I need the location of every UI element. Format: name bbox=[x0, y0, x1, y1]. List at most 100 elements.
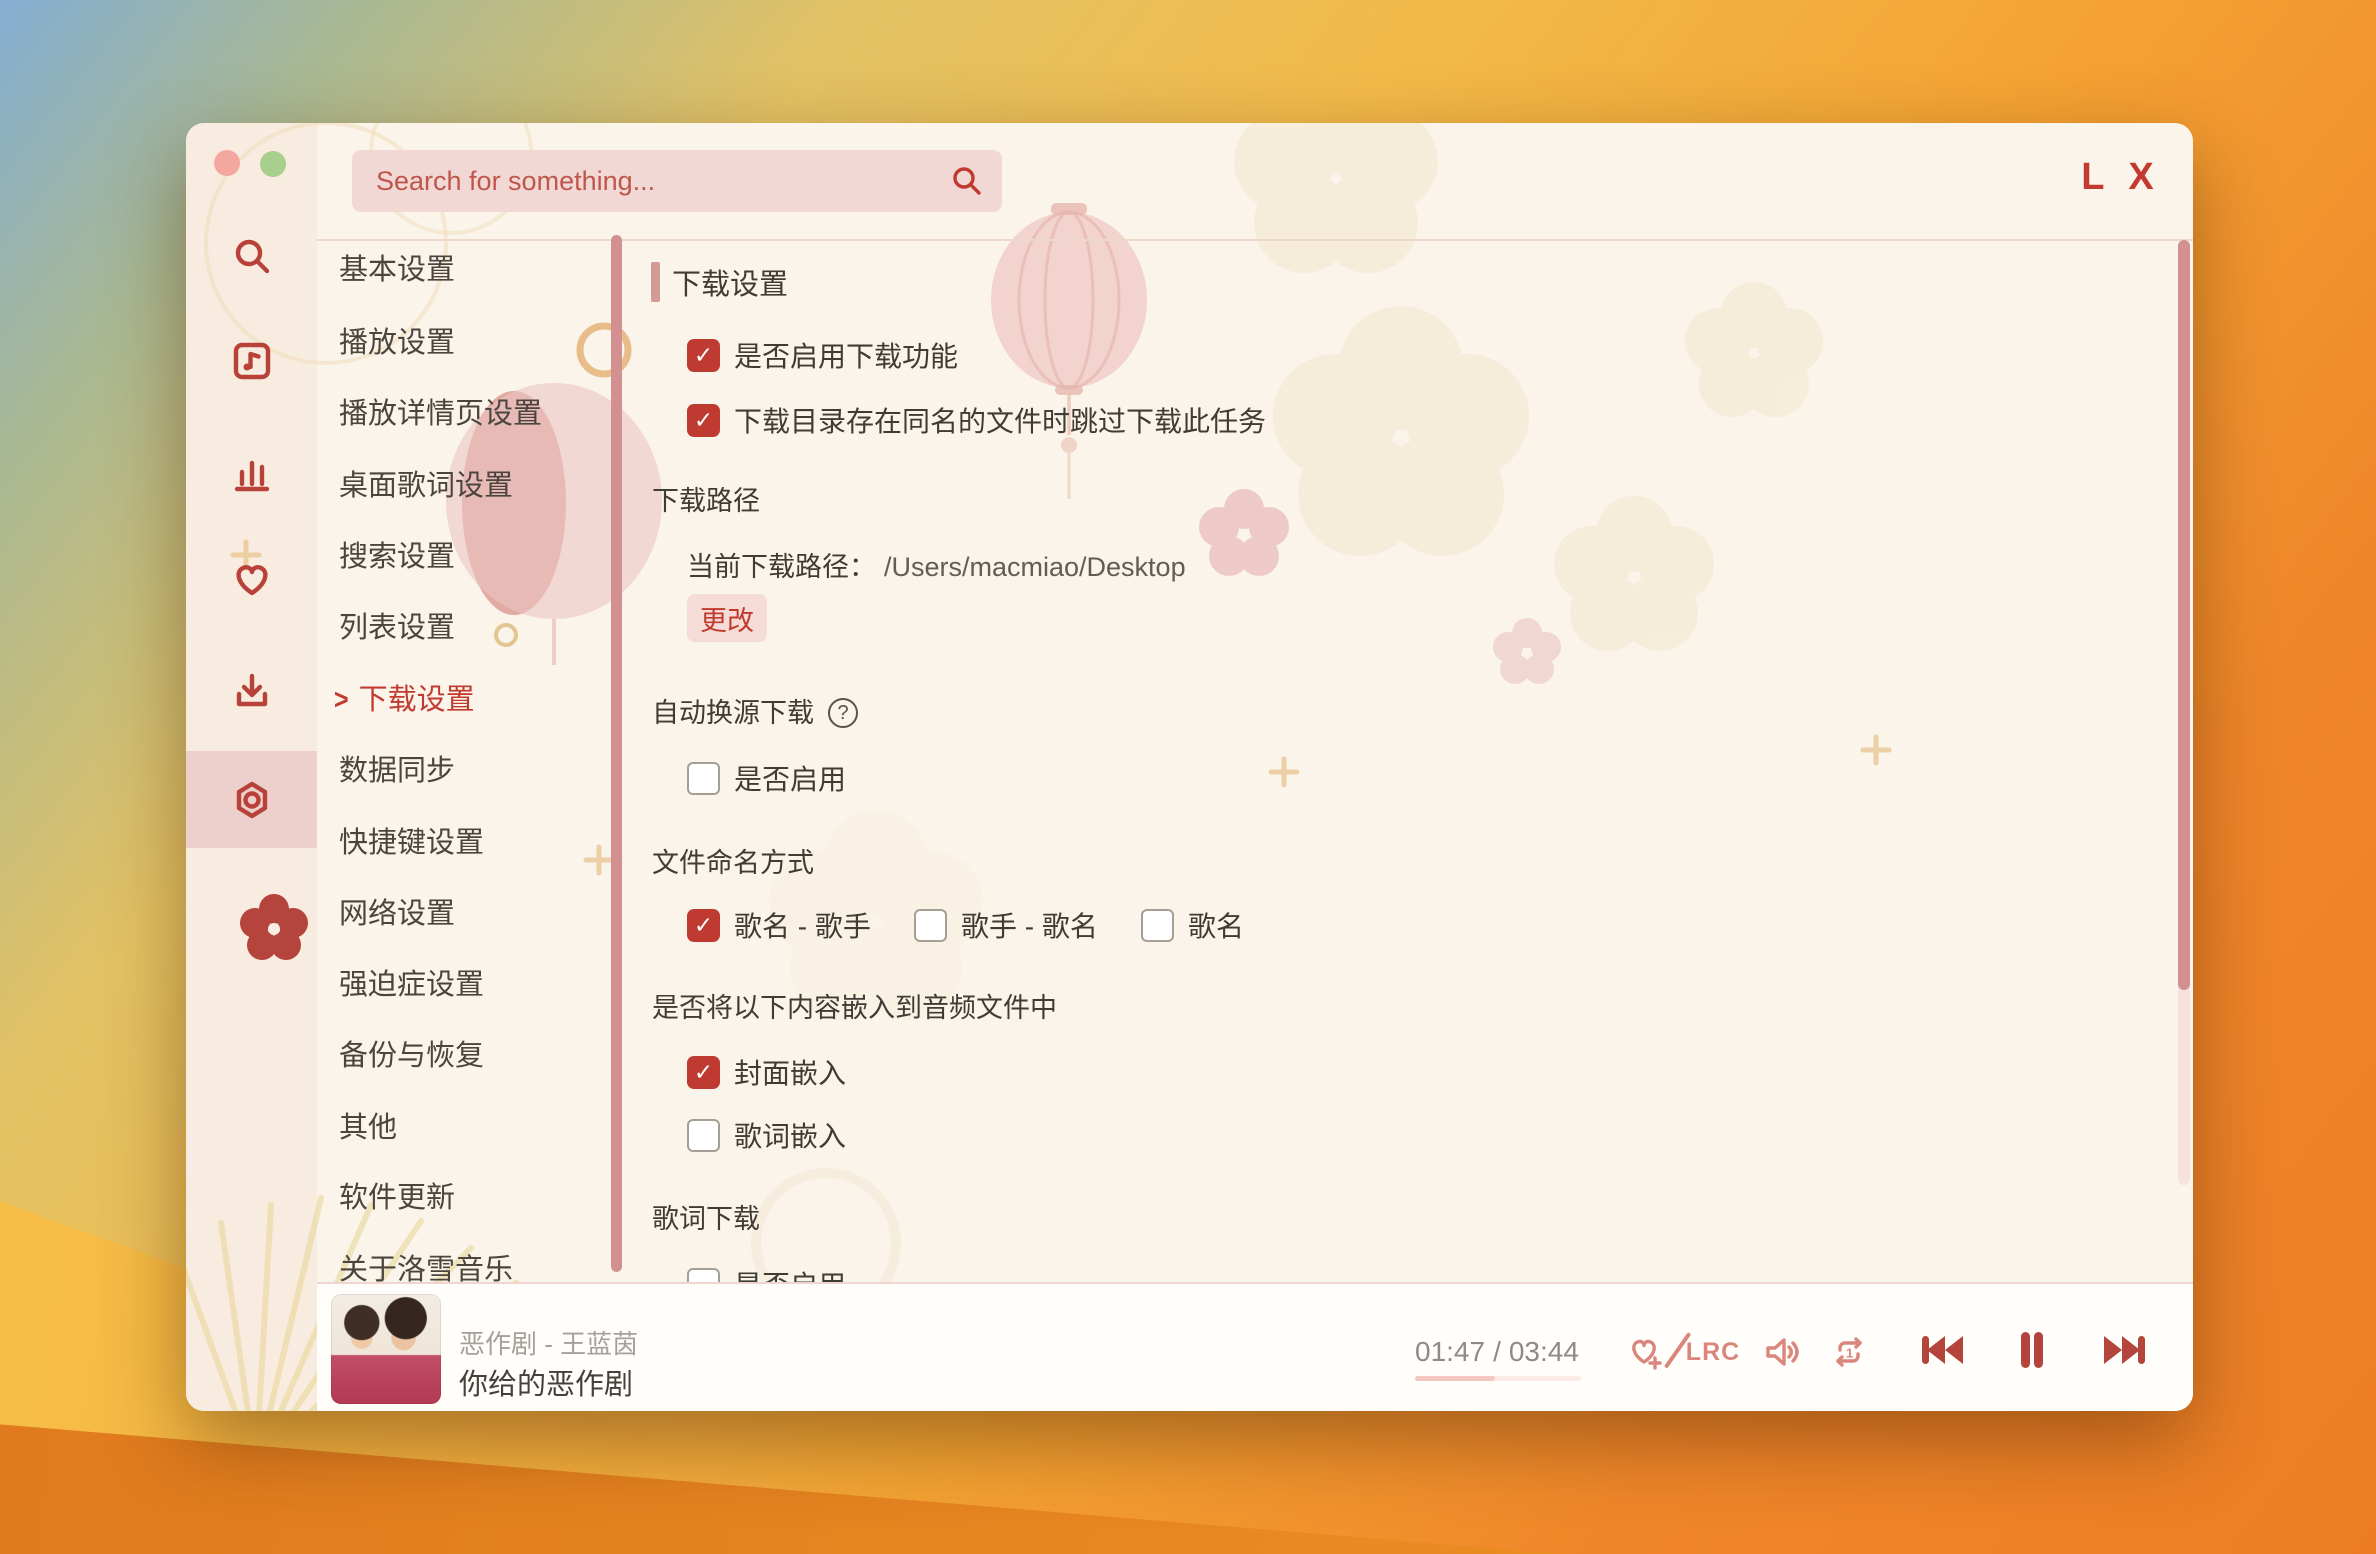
music-list-icon bbox=[233, 342, 270, 379]
heart-plus-icon bbox=[1632, 1339, 1662, 1370]
checkbox-name-only[interactable] bbox=[1141, 908, 1174, 942]
checkbox-enable-download[interactable] bbox=[687, 338, 720, 372]
question-circle-icon[interactable] bbox=[828, 698, 858, 728]
toggle-row-embed-cover: 封面嵌入 bbox=[687, 1052, 846, 1092]
heart-icon bbox=[235, 564, 268, 595]
embed-section-label: 是否将以下内容嵌入到音频文件中 bbox=[652, 993, 1057, 1023]
song-artist-line: 恶作剧 - 王蓝茵 bbox=[459, 1329, 639, 1359]
repeat-one-icon: 1 bbox=[1836, 1337, 1862, 1367]
repeat-one-button[interactable]: 1 bbox=[1821, 1324, 1877, 1380]
checkbox-name-artist[interactable] bbox=[687, 908, 720, 942]
time-total: 03:44 bbox=[1508, 1336, 1579, 1367]
menu-scrollbar[interactable] bbox=[611, 235, 622, 1272]
current-path-value: /Users/macmiao/Desktop bbox=[884, 552, 1186, 582]
checkbox-label: 是否启用 bbox=[734, 764, 847, 795]
settings-menu-item-other[interactable]: 其他 bbox=[339, 1108, 397, 1148]
toggle-row-enable-download: 是否启用下载功能 bbox=[687, 335, 958, 375]
lyric-download-section-label: 歌词下载 bbox=[652, 1204, 760, 1234]
active-arrow-icon: > bbox=[334, 683, 349, 717]
sidebar-item-download[interactable] bbox=[186, 642, 317, 739]
player-bar: 恶作剧 - 王蓝茵 你给的恶作剧 01:47/03:44 LRC 1 bbox=[317, 1282, 2193, 1411]
settings-menu-item-hotkey[interactable]: 快捷键设置 bbox=[339, 823, 484, 863]
checkbox-label: 歌名 bbox=[1188, 911, 1245, 942]
next-icon bbox=[2104, 1336, 2145, 1364]
pause-icon bbox=[2021, 1332, 2043, 1368]
naming-option-3: 歌名 bbox=[1141, 905, 1244, 945]
time-current: 01:47 bbox=[1415, 1336, 1486, 1367]
checkbox-artist-name[interactable] bbox=[914, 908, 947, 942]
naming-option-1: 歌名 - 歌手 bbox=[687, 905, 871, 945]
checkbox-label: 是否启用下载功能 bbox=[734, 341, 959, 372]
sidebar-item-music-list[interactable] bbox=[186, 312, 317, 409]
toggle-row-auto-change-enable: 是否启用 bbox=[687, 758, 846, 798]
sidebar-item-leaderboard[interactable] bbox=[186, 425, 317, 522]
toggle-row-embed-lyric: 歌词嵌入 bbox=[687, 1115, 846, 1155]
favorite-button[interactable] bbox=[1617, 1324, 1673, 1380]
settings-menu-item-play-detail[interactable]: 播放详情页设置 bbox=[339, 394, 542, 434]
naming-option-2: 歌手 - 歌名 bbox=[914, 905, 1098, 945]
app-window: L X 基本设置 播放设置 播放详情页设置 桌面歌词设置 搜索设置 列表设置 >… bbox=[186, 123, 2193, 1411]
checkbox-embed-cover[interactable] bbox=[687, 1055, 720, 1089]
traffic-light-minimize[interactable] bbox=[260, 151, 286, 177]
desktop-lyrics-button[interactable]: LRC bbox=[1685, 1324, 1741, 1380]
search-icon bbox=[953, 167, 981, 195]
song-name: 你给的恶作剧 bbox=[459, 1369, 634, 1401]
desktop-lyrics-lrc-icon: LRC bbox=[1685, 1337, 1741, 1366]
checkbox-label: 歌手 - 歌名 bbox=[961, 911, 1098, 942]
progress-bar[interactable] bbox=[1415, 1376, 1581, 1381]
content-scrollbar-thumb[interactable] bbox=[2178, 240, 2190, 990]
settings-menu-item-desktop-lyric[interactable]: 桌面歌词设置 bbox=[339, 466, 513, 506]
progress-fill bbox=[1415, 1376, 1495, 1381]
sidebar-item-favorites[interactable] bbox=[186, 530, 317, 627]
time-separator: / bbox=[1493, 1336, 1501, 1367]
title-accent-bar bbox=[651, 262, 660, 302]
settings-menu-item-ocd[interactable]: 强迫症设置 bbox=[339, 965, 484, 1005]
checkbox-label: 歌词嵌入 bbox=[734, 1121, 847, 1152]
search-input[interactable] bbox=[352, 150, 1002, 212]
settings-menu-item-network[interactable]: 网络设置 bbox=[339, 894, 455, 934]
album-art[interactable] bbox=[331, 1294, 441, 1404]
volume-icon bbox=[1766, 1338, 1799, 1366]
current-path-row: 当前下载路径： /Users/macmiao/Desktop bbox=[687, 548, 1186, 586]
toggle-row-skip-same-name: 下载目录存在同名的文件时跳过下载此任务 bbox=[687, 400, 1266, 440]
settings-menu-item-list[interactable]: 列表设置 bbox=[339, 608, 455, 648]
settings-menu-item-play[interactable]: 播放设置 bbox=[339, 323, 455, 363]
settings-menu-item-update[interactable]: 软件更新 bbox=[339, 1178, 455, 1218]
file-naming-section-label: 文件命名方式 bbox=[652, 848, 814, 878]
time-display: 01:47/03:44 bbox=[1415, 1336, 1585, 1368]
settings-menu-item-data-sync[interactable]: 数据同步 bbox=[339, 751, 455, 791]
settings-menu-item-search[interactable]: 搜索设置 bbox=[339, 537, 455, 577]
settings-icon bbox=[236, 781, 267, 818]
sidebar-item-settings[interactable] bbox=[186, 751, 317, 848]
checkbox-embed-lyric[interactable] bbox=[687, 1118, 720, 1152]
checkbox-skip-same-name[interactable] bbox=[687, 403, 720, 437]
svg-text:1: 1 bbox=[1846, 1346, 1853, 1361]
traffic-light-close[interactable] bbox=[214, 150, 240, 176]
search-icon bbox=[235, 239, 269, 273]
next-button[interactable] bbox=[2094, 1318, 2158, 1382]
leaderboard-icon bbox=[234, 460, 269, 491]
settings-menu-item-label: 下载设置 bbox=[358, 684, 475, 716]
settings-menu-item-basic[interactable]: 基本设置 bbox=[339, 250, 455, 290]
previous-button[interactable] bbox=[1909, 1318, 1973, 1382]
app-logo: L X bbox=[2081, 156, 2161, 198]
page-title: 下载设置 bbox=[672, 269, 789, 301]
download-path-section-label: 下载路径 bbox=[652, 486, 760, 516]
header-divider bbox=[317, 239, 2193, 241]
auto-change-source-label: 自动换源下载 bbox=[652, 694, 858, 732]
desktop-wallpaper: L X 基本设置 播放设置 播放详情页设置 桌面歌词设置 搜索设置 列表设置 >… bbox=[0, 0, 2376, 1554]
checkbox-auto-change-enable[interactable] bbox=[687, 761, 720, 795]
window-background-decoration bbox=[186, 123, 1892, 1411]
change-path-button[interactable]: 更改 bbox=[687, 594, 767, 642]
file-naming-options-row: 歌名 - 歌手 歌手 - 歌名 歌名 bbox=[687, 905, 1447, 945]
settings-menu-item-download[interactable]: > 下载设置 bbox=[334, 680, 475, 720]
volume-button[interactable] bbox=[1753, 1324, 1809, 1380]
download-icon bbox=[236, 673, 267, 706]
checkbox-label: 下载目录存在同名的文件时跳过下载此任务 bbox=[734, 406, 1267, 437]
sidebar-item-search[interactable] bbox=[186, 207, 317, 304]
previous-icon bbox=[1922, 1336, 1963, 1364]
checkbox-label: 歌名 - 歌手 bbox=[734, 911, 871, 942]
settings-menu-item-backup[interactable]: 备份与恢复 bbox=[339, 1036, 484, 1076]
pause-button[interactable] bbox=[2000, 1318, 2064, 1382]
auto-change-source-text: 自动换源下载 bbox=[652, 698, 814, 728]
